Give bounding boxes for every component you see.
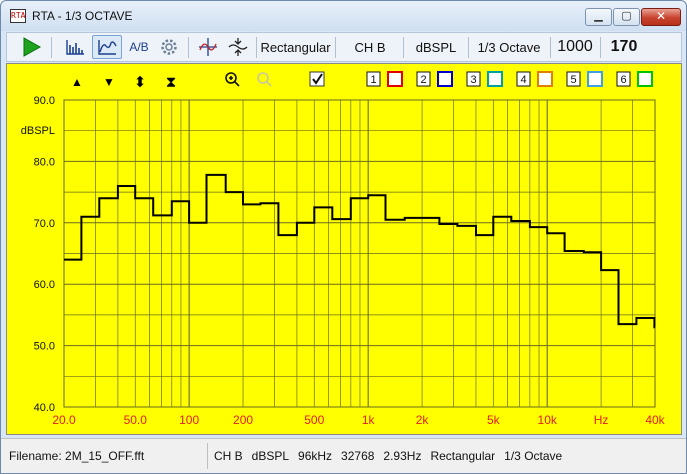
settings-button[interactable] — [155, 35, 183, 59]
status-units: dBSPL — [251, 449, 290, 463]
status-channel: CH B — [214, 449, 243, 463]
trace-2-checkbox[interactable] — [437, 71, 453, 87]
trace-2-label: 2 — [420, 74, 426, 86]
toolbar-separator — [51, 37, 52, 58]
app-window: RTA RTA - 1/3 OCTAVE ▁ ▢ ✕ A/B Rectangul… — [0, 0, 687, 474]
x-tick-label: 1k — [362, 413, 376, 427]
status-resolution: 1/3 Octave — [504, 449, 563, 463]
status-filename: Filename: 2M_15_OFF.fft — [9, 449, 145, 463]
y-tick-label: 70.0 — [34, 218, 55, 230]
main-toolbar: A/B Rectangular CH B dBSPL 1/3 Octave 10… — [6, 32, 682, 62]
value1-label: 1000 — [557, 38, 593, 55]
channel-button[interactable]: CH B — [340, 35, 400, 59]
resolution-label: 1/3 Octave — [477, 39, 541, 55]
trace-6-label: 6 — [620, 74, 626, 86]
window-type-button[interactable]: Rectangular — [258, 35, 333, 59]
ab-compare-button[interactable]: A/B — [125, 35, 153, 59]
toolbar-separator — [550, 37, 551, 58]
y-tick-label: 90.0 — [34, 95, 55, 107]
play-icon — [23, 37, 42, 57]
y-tick-label: 60.0 — [34, 279, 55, 291]
x-tick-label: 50.0 — [124, 413, 148, 427]
trace-4-checkbox[interactable] — [537, 71, 553, 87]
scale-up-button[interactable]: ▲ — [71, 75, 83, 89]
show-trace-checkbox[interactable] — [309, 71, 325, 87]
status-bar: Filename: 2M_15_OFF.fft CH B dBSPL 96kHz… — [1, 438, 686, 473]
toolbar-separator — [335, 37, 336, 58]
trace-4-label: 4 — [520, 74, 526, 86]
value1-button[interactable]: 1000 — [553, 35, 597, 59]
y-tick-label: 80.0 — [34, 156, 55, 168]
curve-icon — [98, 40, 117, 55]
trace-5-checkbox[interactable] — [587, 71, 603, 87]
spectrum-bars-icon — [66, 40, 84, 55]
collapse-button[interactable]: ⧗ — [166, 74, 177, 91]
toolbar-separator — [600, 37, 601, 58]
x-tick-label: 200 — [233, 413, 253, 427]
toolbar-separator — [403, 37, 404, 58]
ab-label: A/B — [129, 40, 149, 54]
value2-label: 170 — [610, 38, 638, 55]
x-tick-label: 40k — [645, 413, 665, 427]
x-tick-label: 100 — [179, 413, 199, 427]
channel-label: CH B — [354, 39, 386, 55]
toolbar-separator — [468, 37, 469, 58]
x-tick-label: 20.0 — [52, 413, 76, 427]
trace-3-checkbox[interactable] — [487, 71, 503, 87]
status-info: CH B dBSPL 96kHz 32768 2.93Hz Rectangula… — [214, 449, 562, 463]
x-tick-label: 500 — [304, 413, 324, 427]
close-button[interactable]: ✕ — [641, 8, 681, 26]
window-type-label: Rectangular — [260, 39, 331, 55]
status-bin-width: 2.93Hz — [383, 449, 422, 463]
status-window-type: Rectangular — [430, 449, 496, 463]
rta-app-icon: RTA — [10, 9, 26, 23]
curve-view-button[interactable] — [92, 35, 122, 59]
x-tick-label: 10k — [538, 413, 558, 427]
units-button[interactable]: dBSPL — [407, 35, 465, 59]
cursor-crosshair-icon — [199, 38, 217, 56]
trace-1-checkbox[interactable] — [387, 71, 403, 87]
trace-1-label: 1 — [370, 74, 376, 86]
tune-icon — [228, 38, 248, 56]
x-tick-label: 5k — [487, 413, 501, 427]
x-tick-label: Hz — [594, 413, 609, 427]
resolution-button[interactable]: 1/3 Octave — [471, 35, 547, 59]
trace-6-checkbox[interactable] — [637, 71, 653, 87]
gear-icon — [161, 39, 177, 55]
title-bar[interactable]: RTA RTA - 1/3 OCTAVE ▁ ▢ ✕ — [1, 1, 686, 31]
status-sample-rate: 96kHz — [298, 449, 333, 463]
units-label: dBSPL — [415, 39, 457, 55]
toolbar-separator — [188, 37, 189, 58]
spectrum-view-button[interactable] — [61, 35, 89, 59]
minimize-button[interactable]: ▁ — [585, 8, 612, 26]
expand-button[interactable]: ⬍ — [134, 74, 147, 91]
status-divider — [207, 443, 208, 469]
maximize-button[interactable]: ▢ — [613, 8, 640, 26]
cursor-button[interactable] — [195, 35, 221, 59]
y-axis-unit-label: dBSPL — [21, 125, 55, 137]
rta-plot-panel: ▲ ▼ ⬍ ⧗ 123456 90.0 80.0 70.0 60.0 50.0 … — [6, 63, 682, 435]
value2-button[interactable]: 170 — [604, 35, 644, 59]
trace-3-label: 3 — [470, 74, 476, 86]
window-title: RTA - 1/3 OCTAVE — [32, 9, 133, 23]
y-tick-label: 50.0 — [34, 341, 55, 353]
scale-down-button[interactable]: ▼ — [103, 75, 115, 89]
tune-button[interactable] — [225, 35, 251, 59]
trace-5-label: 5 — [570, 74, 576, 86]
play-button[interactable] — [17, 35, 45, 59]
x-tick-label: 2k — [416, 413, 430, 427]
toolbar-separator — [256, 37, 257, 58]
rta-chart[interactable]: ▲ ▼ ⬍ ⧗ 123456 90.080.070.060.050.040.0 … — [7, 64, 681, 434]
status-fft-size: 32768 — [341, 449, 375, 463]
